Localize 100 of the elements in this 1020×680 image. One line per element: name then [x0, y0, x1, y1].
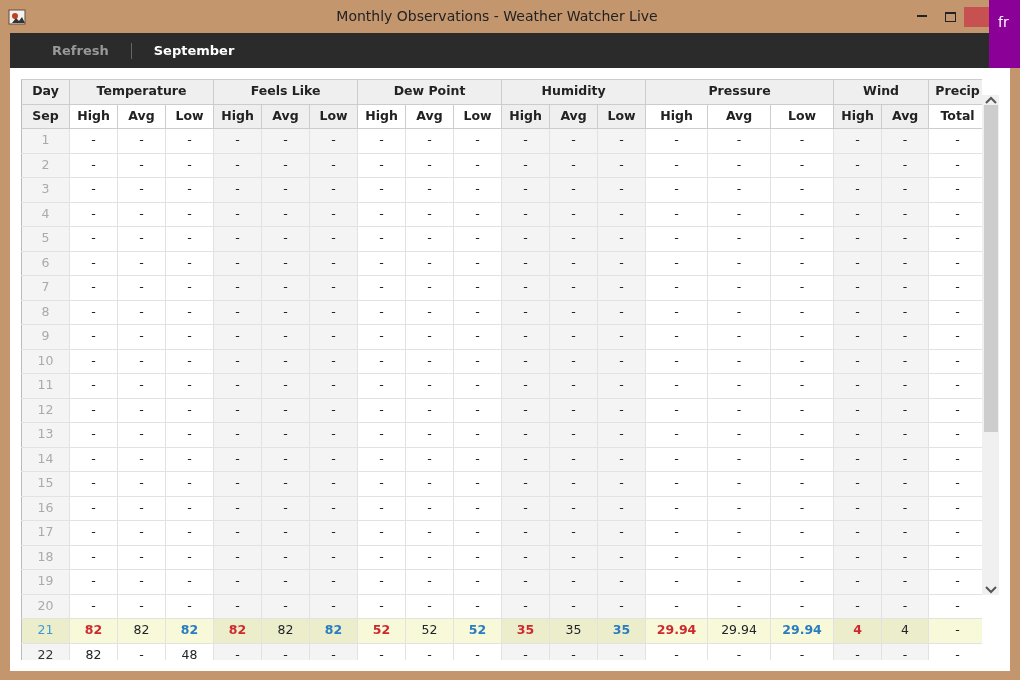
table-cell: - — [645, 128, 708, 153]
table-cell: - — [69, 422, 118, 447]
table-cell: - — [405, 398, 454, 423]
table-cell: - — [165, 496, 214, 521]
table-cell: - — [405, 226, 454, 251]
table-cell: - — [645, 349, 708, 374]
scroll-thumb[interactable] — [983, 105, 998, 432]
table-cell: - — [707, 398, 771, 423]
table-cell: - — [165, 177, 214, 202]
column-header: Low — [165, 104, 214, 129]
table-cell: - — [357, 349, 406, 374]
day-cell: 5 — [21, 226, 70, 251]
table-cell: - — [69, 251, 118, 276]
table-cell: - — [117, 471, 166, 496]
group-header: Feels Like — [213, 79, 358, 104]
table-cell: - — [405, 275, 454, 300]
table-cell: - — [645, 153, 708, 178]
table-cell: - — [357, 226, 406, 251]
table-cell: - — [707, 226, 771, 251]
table-cell: - — [117, 275, 166, 300]
table-cell: - — [69, 202, 118, 227]
table-cell: - — [69, 373, 118, 398]
table-cell: - — [770, 324, 834, 349]
table-cell: - — [453, 422, 502, 447]
table-cell: - — [117, 349, 166, 374]
table-cell: - — [165, 471, 214, 496]
table-cell: - — [117, 128, 166, 153]
table-cell: - — [69, 594, 118, 619]
table-cell: - — [770, 128, 834, 153]
table-cell: - — [645, 594, 708, 619]
table-cell: - — [357, 300, 406, 325]
table-cell: - — [117, 153, 166, 178]
table-cell: - — [405, 594, 454, 619]
table-cell: - — [453, 251, 502, 276]
table-cell: - — [707, 349, 771, 374]
table-cell: - — [453, 471, 502, 496]
table-cell: - — [165, 422, 214, 447]
scrollbar[interactable] — [982, 95, 999, 595]
table-cell: - — [707, 128, 771, 153]
table-cell: - — [770, 398, 834, 423]
table-cell: - — [357, 177, 406, 202]
table-cell: - — [707, 471, 771, 496]
table-cell: - — [405, 202, 454, 227]
table-cell: - — [165, 447, 214, 472]
table-cell: - — [69, 447, 118, 472]
day-cell: 12 — [21, 398, 70, 423]
table-cell: - — [69, 520, 118, 545]
day-cell: 16 — [21, 496, 70, 521]
table-cell: - — [117, 177, 166, 202]
table-cell: - — [357, 153, 406, 178]
scroll-up-icon[interactable] — [984, 95, 997, 105]
table-cell: - — [405, 471, 454, 496]
table-cell: - — [645, 177, 708, 202]
column-header: Low — [770, 104, 834, 129]
group-header: Precip — [928, 79, 983, 104]
column-header: Low — [453, 104, 502, 129]
table-cell: - — [707, 594, 771, 619]
table-cell: - — [645, 447, 708, 472]
maximize-icon[interactable] — [944, 11, 956, 22]
table-cell: - — [117, 373, 166, 398]
table-cell: - — [69, 349, 118, 374]
table-cell: - — [357, 251, 406, 276]
table-cell: - — [453, 153, 502, 178]
day-cell: 10 — [21, 349, 70, 374]
table-cell: - — [117, 447, 166, 472]
table-cell: - — [453, 520, 502, 545]
table-cell: - — [117, 398, 166, 423]
scroll-down-icon[interactable] — [984, 585, 997, 595]
table-cell: - — [69, 275, 118, 300]
table-cell: - — [405, 153, 454, 178]
table-cell: - — [453, 177, 502, 202]
table-cell: - — [405, 251, 454, 276]
table-cell: - — [117, 594, 166, 619]
table-cell: - — [707, 324, 771, 349]
table-cell: - — [770, 447, 834, 472]
day-cell: 8 — [21, 300, 70, 325]
table-cell: - — [357, 569, 406, 594]
close-button[interactable] — [964, 6, 990, 27]
table-cell: - — [117, 520, 166, 545]
table-cell: - — [707, 496, 771, 521]
day-cell: 7 — [21, 275, 70, 300]
table-cell: - — [453, 349, 502, 374]
day-cell: 14 — [21, 447, 70, 472]
table-cell: - — [770, 471, 834, 496]
minimize-icon[interactable] — [917, 15, 927, 18]
table-cell: - — [405, 324, 454, 349]
table-cell: - — [117, 569, 166, 594]
table-cell: - — [357, 275, 406, 300]
toolbar-tab[interactable]: September — [143, 40, 245, 61]
table-cell: - — [453, 324, 502, 349]
table-cell: - — [165, 251, 214, 276]
column-header: Avg — [117, 104, 166, 129]
table-cell: - — [405, 447, 454, 472]
toolbar-tab[interactable]: Refresh — [42, 40, 119, 61]
day-cell: 21 — [21, 618, 70, 643]
column-header: High — [69, 104, 118, 129]
day-cell: 6 — [21, 251, 70, 276]
table-cell: - — [405, 545, 454, 570]
table-cell: - — [645, 520, 708, 545]
table-cell: - — [707, 177, 771, 202]
